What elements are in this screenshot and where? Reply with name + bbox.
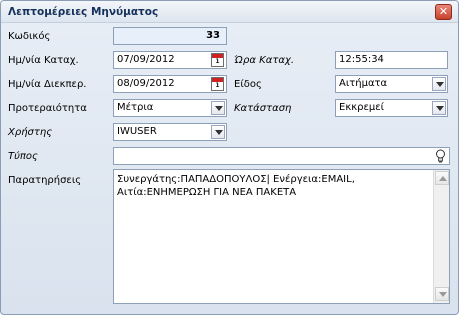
entry-date-value: 07/09/2012 — [117, 54, 175, 65]
kind-select[interactable]: Αιτήματα — [335, 75, 448, 93]
remarks-label: Παρατηρήσεις — [8, 175, 82, 186]
close-icon: ✕ — [438, 5, 449, 18]
typos-label: Τύπος — [8, 151, 38, 162]
entry-date-field[interactable]: 07/09/2012 1 — [113, 51, 227, 69]
vertical-scrollbar[interactable] — [433, 170, 449, 303]
entry-date-label: Ημ/νία Καταχ. — [8, 55, 79, 66]
remarks-text: Συνεργάτης:ΠΑΠΑΔΟΠΟΥΛΟΣ| Ενέργεια:EMAIL,… — [117, 174, 355, 198]
handling-date-field[interactable]: 08/09/2012 1 — [113, 75, 227, 93]
entry-time-field[interactable]: 12:55:34 — [335, 51, 448, 69]
typos-field[interactable] — [113, 147, 450, 165]
calendar-icon[interactable]: 1 — [211, 77, 224, 91]
priority-label: Προτεραιότητα — [8, 103, 87, 114]
chevron-down-icon[interactable] — [211, 125, 225, 139]
window-title: Λεπτομέρειες Μηνύματος — [8, 6, 159, 18]
user-label: Χρήστης — [8, 127, 53, 138]
chevron-down-icon[interactable] — [432, 101, 446, 115]
code-field[interactable]: 33 — [113, 27, 227, 45]
message-details-window: Λεπτομέρειες Μηνύματος ✕ Κωδικός 33 Ημ/ν… — [0, 0, 459, 315]
scroll-down-icon[interactable] — [435, 287, 449, 301]
kind-label: Είδος — [234, 79, 262, 90]
calendar-icon-text: 1 — [215, 82, 220, 89]
title-bar: Λεπτομέρειες Μηνύματος ✕ — [1, 1, 458, 23]
scroll-up-icon[interactable] — [435, 171, 449, 185]
kind-value: Αιτήματα — [339, 78, 388, 89]
chevron-down-icon[interactable] — [432, 77, 446, 91]
status-value: Εκκρεμεί — [339, 102, 385, 113]
priority-select[interactable]: Μέτρια — [113, 99, 227, 117]
status-select[interactable]: Εκκρεμεί — [335, 99, 448, 117]
lightbulb-icon[interactable] — [434, 149, 447, 163]
code-label: Κωδικός — [8, 31, 51, 42]
close-button[interactable]: ✕ — [435, 4, 452, 20]
priority-value: Μέτρια — [117, 102, 154, 113]
calendar-icon[interactable]: 1 — [211, 53, 224, 67]
chevron-down-icon[interactable] — [211, 101, 225, 115]
entry-time-label: Ώρα Καταχ. — [234, 55, 295, 66]
handling-date-value: 08/09/2012 — [117, 78, 175, 89]
remarks-textarea[interactable]: Συνεργάτης:ΠΑΠΑΔΟΠΟΥΛΟΣ| Ενέργεια:EMAIL,… — [113, 169, 450, 304]
user-select[interactable]: IWUSER — [113, 123, 227, 141]
handling-date-label: Ημ/νία Διεκπερ. — [8, 79, 87, 90]
status-label: Κατάσταση — [234, 103, 292, 114]
user-value: IWUSER — [117, 126, 157, 137]
calendar-icon-text: 1 — [215, 58, 220, 65]
